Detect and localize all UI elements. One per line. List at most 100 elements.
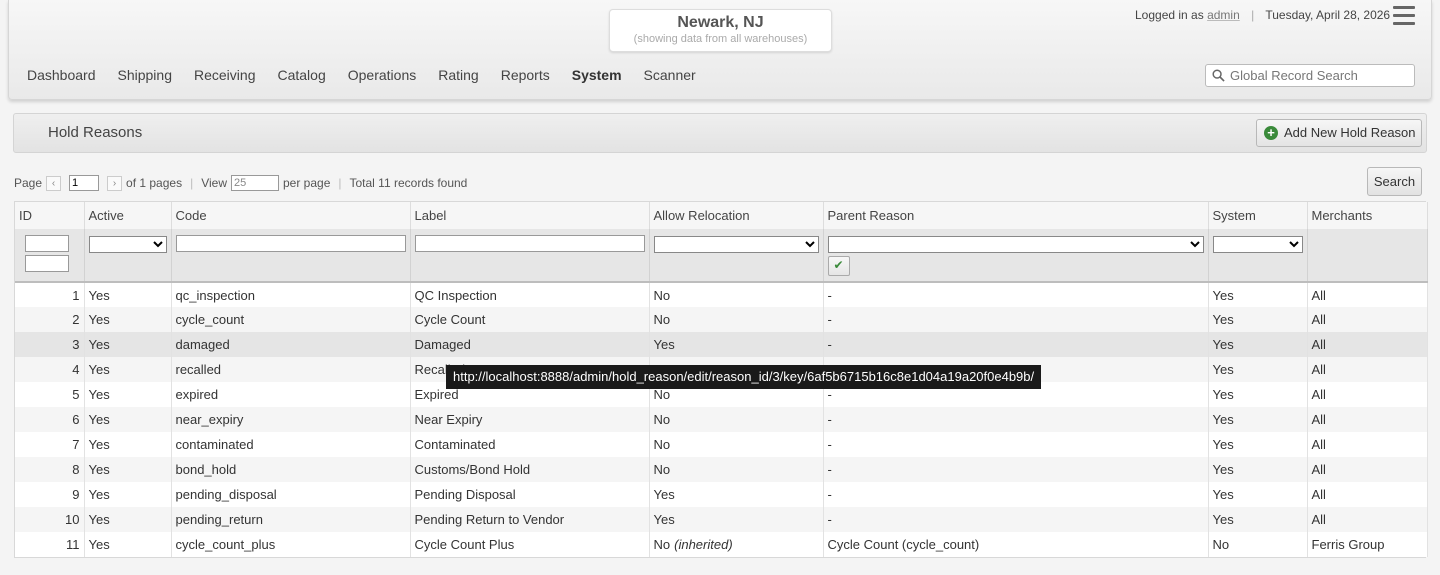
nav-rating[interactable]: Rating [438,67,478,83]
cell-parent: Cycle Count (cycle_count) [823,532,1209,557]
cell-code: near_expiry [171,407,411,432]
cell-relocation: Yes [649,332,824,357]
cell-system-text: Yes [1212,487,1234,502]
cell-code: expired [171,382,411,407]
cell-system: Yes [1208,357,1308,382]
search-button[interactable]: Search [1367,167,1422,196]
table-row[interactable]: 2 Yes cycle_count Cycle Count No - Yes All [15,307,1428,332]
cell-parent-text: - [827,512,832,527]
nav-dashboard[interactable]: Dashboard [27,67,96,83]
nav-receiving[interactable]: Receiving [194,67,255,83]
cell-parent: - [823,282,1209,307]
cell-id: 1 [15,282,85,307]
nav-operations[interactable]: Operations [348,67,416,83]
nav-shipping[interactable]: Shipping [118,67,173,83]
cell-label: Damaged [410,332,650,357]
column-header[interactable]: Parent Reason [823,202,1209,229]
allow-relocation-filter[interactable] [653,235,819,253]
title-bar: Hold Reasons + Add New Hold Reason [13,113,1427,153]
cell-merchants: All [1307,282,1428,307]
table-row[interactable]: 8 Yes bond_hold Customs/Bond Hold No - Yes All [15,457,1428,482]
cell-relocation: Yes [649,507,824,532]
cell-code-text: pending_disposal [175,487,277,502]
cell-parent-text: - [827,312,832,327]
system-filter[interactable] [1212,235,1303,253]
header: Newark, NJ (showing data from all wareho… [8,0,1432,100]
table-row[interactable]: 1 Yes qc_inspection QC Inspection No - Yes All [15,282,1428,307]
active-filter[interactable] [88,235,167,253]
of-pages: of 1 pages [126,176,183,190]
nav-system[interactable]: System [572,67,622,83]
cell-relocation-text: Yes [653,337,675,352]
user-link[interactable]: admin [1207,8,1240,22]
hamburger-menu-icon[interactable] [1393,6,1415,26]
cell-label: Pending Disposal [410,482,650,507]
prev-page-icon[interactable]: ‹ [46,175,62,191]
cell-label: Contaminated [410,432,650,457]
separator: | [1251,8,1255,22]
next-page-icon[interactable]: › [107,175,123,191]
cell-code: qc_inspection [171,282,411,307]
cell-relocation-text: No [653,537,671,552]
warehouse-selector[interactable]: Newark, NJ (showing data from all wareho… [609,9,832,52]
main-nav: Dashboard Shipping Receiving Catalog Operati… [27,67,718,83]
cell-id-text: 2 [72,312,80,327]
page-number-input[interactable] [69,175,100,191]
nav-scanner[interactable]: Scanner [644,67,696,83]
table-row[interactable]: 3 Yes damaged Damaged Yes - Yes All [15,332,1428,357]
table-row[interactable]: 10 Yes pending_return Pending Return to Ven… [15,507,1428,532]
cell-parent-text: - [827,487,832,502]
cell-id: 11 [15,532,85,557]
id-from-filter[interactable] [25,235,69,252]
cell-parent-text: - [827,337,832,352]
column-header[interactable]: Merchants [1307,202,1428,229]
cell-code-text: cycle_count [175,312,245,327]
cell-label-text: Expired [414,387,459,402]
table-row[interactable]: 11 Yes cycle_count_plus Cycle Count Plus No(… [15,532,1428,557]
cell-id: 4 [15,357,85,382]
cell-merchants: All [1307,457,1428,482]
table-row[interactable]: 6 Yes near_expiry Near Expiry No - Yes All [15,407,1428,432]
per-page-label: per page [283,176,331,190]
column-header[interactable]: ID [15,202,85,229]
column-header[interactable]: Allow Relocation [649,202,824,229]
global-search[interactable] [1205,64,1415,87]
cell-merchants: All [1307,357,1428,382]
global-search-input[interactable] [1228,66,1410,85]
column-header[interactable]: Label [410,202,650,229]
cell-relocation: No (inherited) [649,532,824,557]
cell-system-text: No [1212,537,1230,552]
apply-filter-check-icon[interactable]: ✔ [827,255,850,276]
cell-label: Cycle Count Plus [410,532,650,557]
table-row[interactable]: 7 Yes contaminated Contaminated No - Yes All [15,432,1428,457]
cell-relocation-text: No [653,387,671,402]
code-filter[interactable] [175,235,406,252]
nav-catalog[interactable]: Catalog [277,67,325,83]
cell-code-text: recalled [175,362,222,377]
cell-id-text: 4 [72,362,80,377]
cell-label-text: Customs/Bond Hold [414,462,531,477]
column-header[interactable]: System [1208,202,1308,229]
parent-reason-filter[interactable] [827,235,1204,253]
cell-id-text: 6 [72,412,80,427]
cell-active: Yes [84,407,172,432]
cell-label-text: QC Inspection [414,287,497,303]
cell-parent-text: - [827,387,832,402]
column-header[interactable]: Active [84,202,172,229]
label-filter[interactable] [414,235,645,252]
per-page-input[interactable] [231,175,279,191]
cell-parent: - [823,332,1209,357]
add-hold-reason-button[interactable]: + Add New Hold Reason [1256,119,1422,147]
cell-active-text: Yes [88,287,110,303]
cell-code: cycle_count [171,307,411,332]
cell-active: Yes [84,457,172,482]
cell-parent: - [823,407,1209,432]
cell-label: Customs/Bond Hold [410,457,650,482]
cell-label: Cycle Count [410,307,650,332]
column-header[interactable]: Code [171,202,411,229]
nav-reports[interactable]: Reports [501,67,550,83]
cell-relocation: No [649,457,824,482]
id-to-filter[interactable] [25,255,69,272]
table-row[interactable]: 9 Yes pending_disposal Pending Disposal Yes -… [15,482,1428,507]
cell-id-text: 5 [72,387,80,402]
